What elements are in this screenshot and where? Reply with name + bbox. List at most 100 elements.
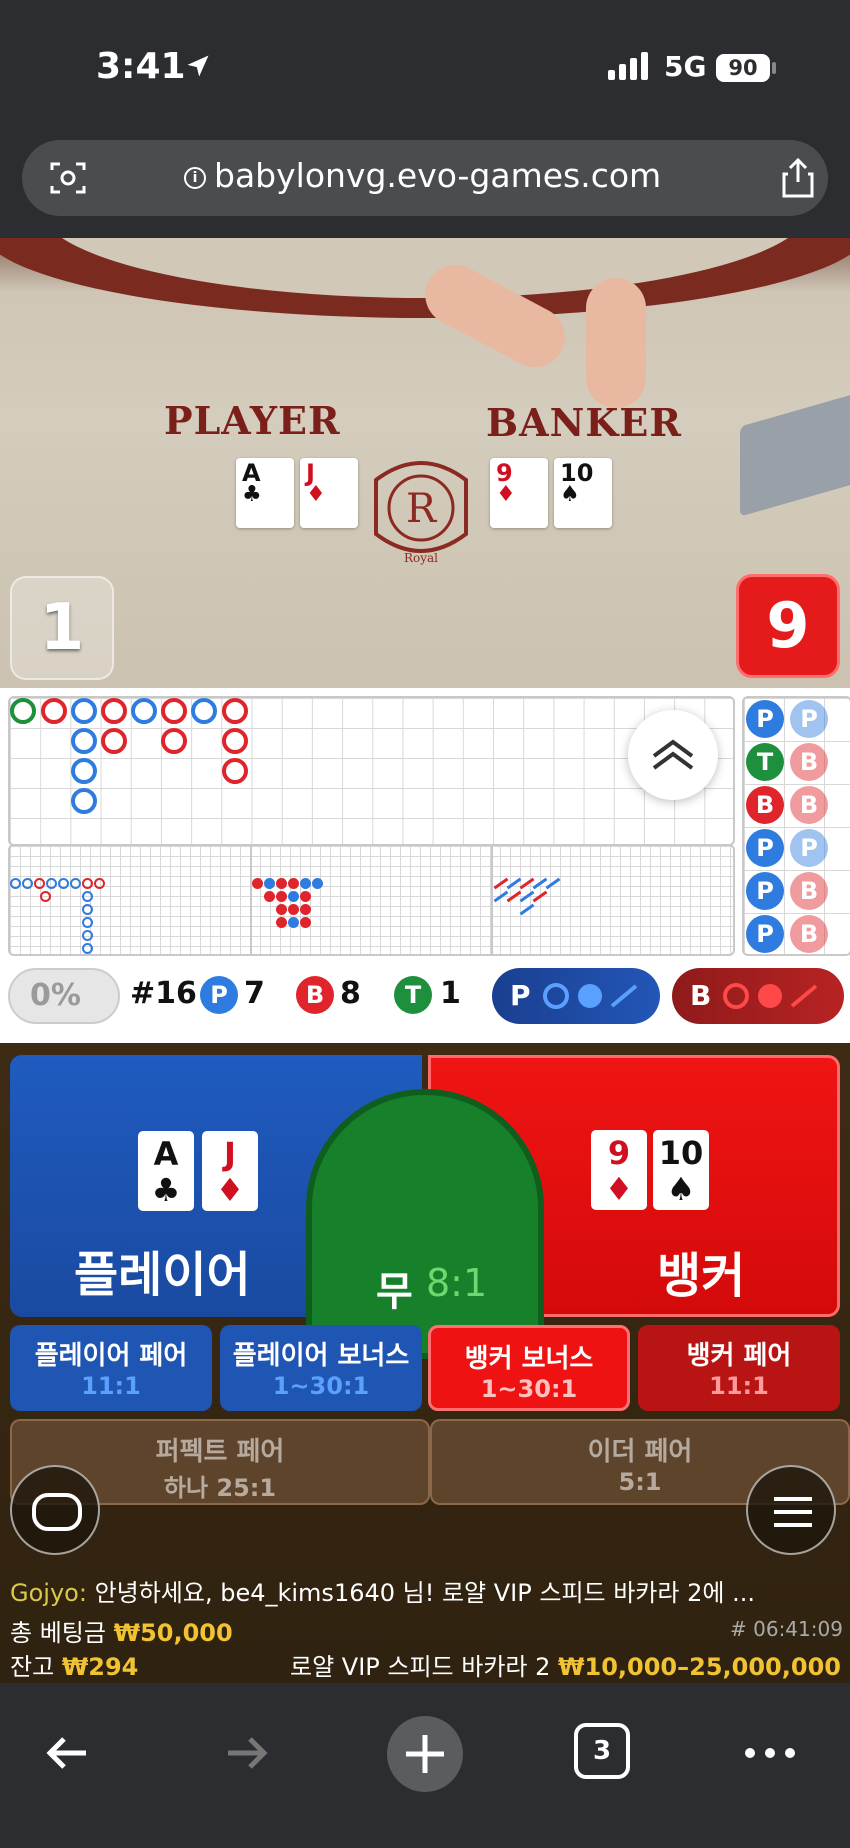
table-banker-card-2: 10 ♠	[554, 458, 612, 528]
expand-roadmap-button[interactable]	[628, 710, 718, 800]
chat-button[interactable]	[10, 1465, 100, 1555]
tie-odds: 8:1	[426, 1261, 488, 1305]
big-road-mark	[71, 788, 97, 814]
stats-row: 0% #16 P 7 B 8 T 1 P B	[0, 966, 850, 1026]
player-score: 1	[10, 576, 114, 680]
tie-bet-label: 무	[376, 1269, 413, 1315]
bead: P	[790, 700, 828, 738]
address-bar[interactable]: i babylonvg.evo-games.com	[22, 140, 828, 216]
player-prediction-button[interactable]: P	[492, 968, 660, 1024]
big-road-mark	[161, 698, 187, 724]
site-info-icon[interactable]: i	[184, 167, 206, 189]
banker-count: 8	[340, 976, 361, 1011]
bead: B	[790, 915, 828, 953]
bead: B	[746, 786, 784, 824]
table-player-card-2: J ♦	[300, 458, 358, 528]
big-road-mark	[222, 758, 248, 784]
table-banker-card-1: 9 ♦	[490, 458, 548, 528]
bet-banker-card-1: 9 ♦	[591, 1130, 647, 1210]
table-player-card-1: A ♣	[236, 458, 294, 528]
network-type: 5G	[664, 50, 707, 83]
back-arrow-icon[interactable]	[38, 1723, 98, 1783]
prediction-marks-icon	[723, 983, 818, 1009]
battery-tip	[772, 62, 776, 74]
more-dots-icon[interactable]	[740, 1723, 800, 1783]
banker-bonus-bet[interactable]: 뱅커 보너스 1~30:1	[428, 1325, 630, 1411]
tie-bet-zone[interactable]: 무 8:1	[306, 1089, 544, 1359]
bead: P	[746, 915, 784, 953]
big-road-mark	[191, 698, 217, 724]
battery-icon: 90	[716, 54, 770, 82]
status-time: 3:41	[96, 46, 186, 87]
tie-count-chip: T	[394, 976, 432, 1014]
percent-toggle[interactable]: 0%	[8, 968, 120, 1024]
bet-player-card-1: A ♣	[138, 1131, 194, 1211]
big-road-mark	[71, 728, 97, 754]
bead: P	[790, 829, 828, 867]
bet-player-card-2: J ♦	[202, 1131, 258, 1211]
forward-arrow-icon[interactable]	[216, 1723, 276, 1783]
location-arrow-icon	[187, 55, 209, 77]
big-road-mark	[222, 728, 248, 754]
round-number: #16	[130, 976, 197, 1011]
bead: T	[746, 743, 784, 781]
bead: P	[746, 872, 784, 910]
signal-icon	[608, 52, 652, 80]
emblem-word: Royal	[404, 551, 438, 565]
player-bonus-bet[interactable]: 플레이어 보너스 1~30:1	[220, 1325, 422, 1411]
banker-pair-bet[interactable]: 뱅커 페어 11:1	[638, 1325, 840, 1411]
live-video: PLAYER BANKER R Royal A ♣ J ♦ 9 ♦ 10 ♠ 1…	[0, 238, 850, 688]
big-road-mark	[101, 698, 127, 724]
balance: 잔고 ₩294	[10, 1653, 139, 1681]
banker-count-chip: B	[296, 976, 334, 1014]
player-pair-bet[interactable]: 플레이어 페어 11:1	[10, 1325, 212, 1411]
player-count: 7	[244, 976, 265, 1011]
share-icon[interactable]	[778, 156, 818, 200]
bead: B	[790, 743, 828, 781]
player-count-chip: P	[200, 976, 238, 1014]
table-banker-label: BANKER	[486, 400, 682, 445]
bead: B	[790, 872, 828, 910]
hamburger-icon	[774, 1497, 812, 1527]
banker-bet-label: 뱅커	[657, 1248, 746, 1304]
banker-prediction-button[interactable]: B	[672, 968, 844, 1024]
big-road-mark	[131, 698, 157, 724]
camera-scan-icon[interactable]	[48, 158, 88, 198]
bead: B	[790, 786, 828, 824]
status-bar: 3:41 5G 90	[0, 0, 850, 130]
bead: P	[746, 700, 784, 738]
big-road-mark	[71, 758, 97, 784]
big-road-mark	[41, 698, 67, 724]
big-road-mark	[10, 698, 36, 724]
table-limits: 로얄 VIP 스피드 바카라 2 ₩10,000–25,000,000	[290, 1653, 841, 1681]
big-road-mark	[71, 698, 97, 724]
chat-message: Gojyo: 안녕하세요, be4_kims1640 님! 로얄 VIP 스피드…	[10, 1573, 755, 1608]
banker-score: 9	[736, 574, 840, 678]
chat-text: 안녕하세요, be4_kims1640 님! 로얄 VIP 스피드 바카라 2에…	[94, 1579, 755, 1607]
bead: P	[746, 829, 784, 867]
table-player-label: PLAYER	[164, 398, 341, 443]
chat-bubble-icon	[32, 1493, 82, 1531]
browser-toolbar: 3	[0, 1683, 850, 1848]
url-text[interactable]: babylonvg.evo-games.com	[214, 156, 661, 195]
player-bet-label: 플레이어	[74, 1247, 251, 1303]
tie-count: 1	[440, 976, 461, 1011]
big-road-mark	[222, 698, 248, 724]
emblem-letter: R	[406, 486, 438, 532]
round-id: # 06:41:09	[730, 1617, 843, 1641]
derived-roads	[8, 844, 735, 956]
royal-emblem-icon: R Royal	[374, 461, 468, 565]
new-tab-plus-icon[interactable]	[386, 1715, 464, 1793]
betting-area: A ♣ J ♦ 플레이어 9 ♦ 10 ♠ 뱅커 무 8:1 플레이어 페어 1…	[0, 1043, 850, 1683]
big-road-mark	[161, 728, 187, 754]
card-shoe	[740, 389, 850, 517]
big-road-mark	[101, 728, 127, 754]
tabs-button[interactable]: 3	[574, 1723, 630, 1779]
chat-user: Gojyo:	[10, 1579, 87, 1607]
roadmap-panel[interactable]: P P T B B B P P P B P B 0% #16 P 7 B 8 T…	[0, 688, 850, 1043]
dealer-hand-right	[586, 278, 646, 408]
menu-button[interactable]	[746, 1465, 836, 1555]
total-bet: 총 베팅금 ₩50,000	[10, 1619, 233, 1647]
bet-banker-card-2: 10 ♠	[653, 1130, 709, 1210]
prediction-marks-icon	[543, 983, 638, 1009]
